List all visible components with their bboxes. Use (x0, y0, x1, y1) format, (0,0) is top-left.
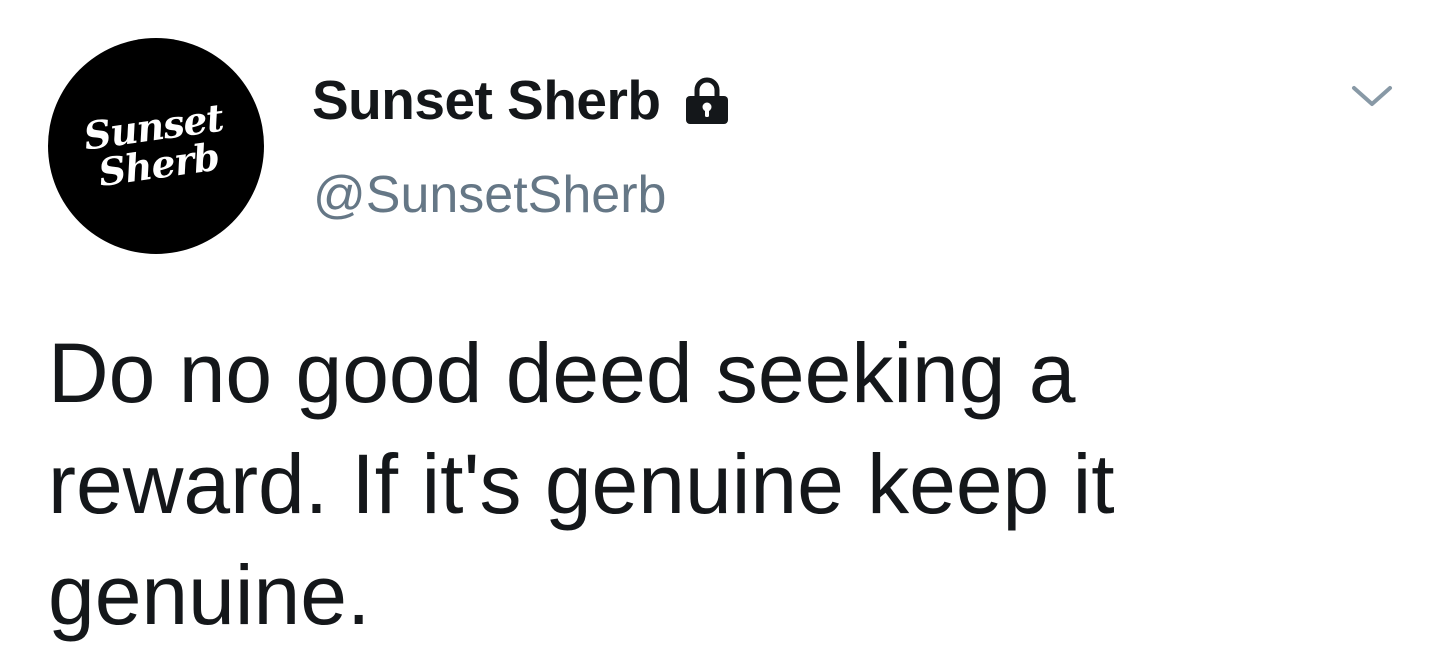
author-name-row: Sunset Sherb (312, 64, 733, 136)
tweet-text: Do no good deed seeking a reward. If it'… (48, 326, 1115, 642)
author-handle[interactable]: @SunsetSherb (313, 165, 666, 225)
avatar[interactable]: Sunset Sherb (48, 38, 264, 254)
author-display-name[interactable]: Sunset Sherb (312, 68, 661, 132)
tweet-card: Sunset Sherb Sunset Sherb @SunsetSherb D… (0, 0, 1440, 672)
lock-icon (681, 74, 733, 126)
avatar-logo: Sunset Sherb (75, 86, 237, 206)
chevron-down-icon[interactable] (1348, 78, 1396, 114)
